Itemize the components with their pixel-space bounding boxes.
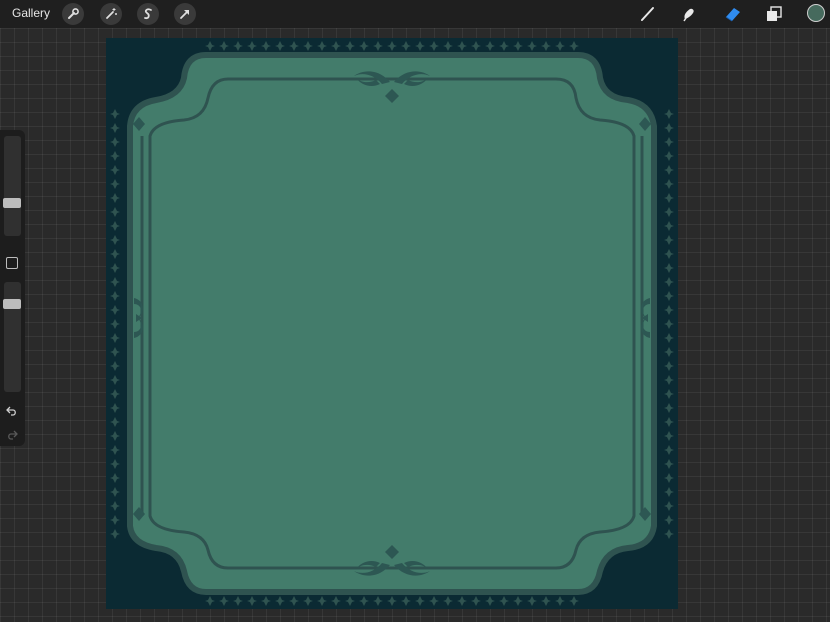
layers-icon <box>767 6 782 21</box>
opacity-slider[interactable] <box>3 282 21 392</box>
undo-button[interactable] <box>5 404 19 418</box>
frame-artwork <box>106 38 678 609</box>
gallery-button[interactable]: Gallery <box>12 6 50 20</box>
transform-arrow-icon <box>180 10 189 19</box>
transform-button[interactable] <box>174 3 196 25</box>
brush-icon <box>641 7 654 21</box>
modify-button[interactable] <box>6 257 18 269</box>
adjustments-button[interactable] <box>100 3 122 25</box>
top-toolbar: Gallery <box>0 0 830 28</box>
eraser-icon <box>725 8 740 22</box>
left-sidebar <box>0 130 25 446</box>
drawing-canvas[interactable] <box>106 38 678 609</box>
redo-button[interactable] <box>5 428 19 442</box>
smudge-button[interactable] <box>677 3 701 25</box>
selection-button[interactable] <box>137 3 159 25</box>
color-picker-button[interactable] <box>807 4 825 22</box>
redo-icon <box>8 430 18 440</box>
undo-icon <box>6 406 16 416</box>
brush-size-slider[interactable] <box>3 136 21 236</box>
magic-wand-icon <box>106 8 117 19</box>
brush-button[interactable] <box>636 3 660 25</box>
layers-button[interactable] <box>762 3 786 25</box>
wrench-icon <box>68 8 79 19</box>
outer-frame <box>127 52 657 595</box>
actions-button[interactable] <box>62 3 84 25</box>
eraser-button[interactable] <box>721 3 745 25</box>
opacity-thumb[interactable] <box>3 299 21 309</box>
brush-size-thumb[interactable] <box>3 198 21 208</box>
smudge-icon <box>683 8 694 22</box>
selection-icon <box>144 8 152 20</box>
